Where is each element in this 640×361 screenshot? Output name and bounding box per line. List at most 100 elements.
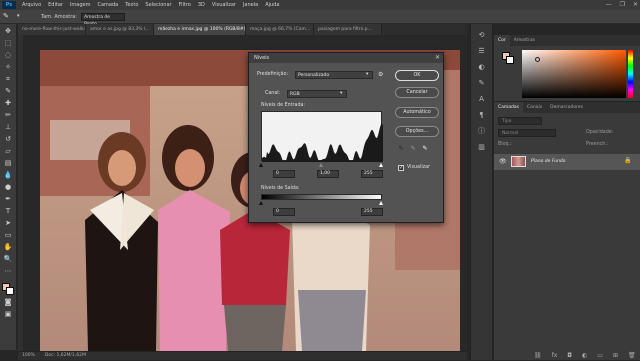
- blur-tool-icon[interactable]: 💧: [3, 171, 14, 181]
- history-icon[interactable]: ⟲: [476, 30, 488, 40]
- marquee-tool-icon[interactable]: ⬚: [3, 39, 14, 49]
- menu-items: Arquivo Editar Imagem Camada Texto Selec…: [22, 2, 279, 8]
- preview-checkbox[interactable]: ✓: [398, 165, 404, 171]
- options-button[interactable]: Opções...: [395, 126, 439, 137]
- tab-canais[interactable]: Canais: [523, 102, 546, 113]
- type-tool-icon[interactable]: T: [3, 207, 14, 217]
- input-gamma-field[interactable]: 1,00: [317, 170, 339, 178]
- input-white-field[interactable]: 255: [361, 170, 383, 178]
- doc-tab[interactable]: amor e os.jpg @ 83,3% (...: [86, 24, 154, 35]
- lock-icon: 🔒: [624, 157, 632, 164]
- doc-tab[interactable]: no-more-flow-this-just-walking.jpg: [18, 24, 86, 35]
- eraser-tool-icon[interactable]: ▱: [3, 147, 14, 157]
- menu-camada[interactable]: Camada: [97, 2, 118, 8]
- output-white-field[interactable]: 255: [361, 208, 383, 216]
- paragraph-icon[interactable]: ¶: [476, 110, 488, 120]
- lasso-tool-icon[interactable]: ◌: [3, 51, 14, 61]
- path-select-tool-icon[interactable]: ➤: [3, 219, 14, 229]
- dodge-tool-icon[interactable]: ●: [3, 183, 14, 193]
- panel-icon-column: ⟲ ☰ ◐ ✎ A ¶ ⓘ ▥: [470, 24, 493, 360]
- black-point-eyedropper-icon[interactable]: ✎: [397, 145, 405, 153]
- menu-3d[interactable]: 3D: [198, 2, 205, 8]
- menu-filtro[interactable]: Filtro: [179, 2, 191, 8]
- history-brush-tool-icon[interactable]: ↺: [3, 135, 14, 145]
- zoom-tool-icon[interactable]: 🔍: [3, 255, 14, 265]
- tab-cor[interactable]: Cor: [494, 35, 510, 46]
- color-panel-swatches[interactable]: [502, 52, 514, 64]
- color-swatches[interactable]: [2, 283, 14, 295]
- background-color[interactable]: [506, 56, 514, 64]
- menu-visualizar[interactable]: Visualizar: [212, 2, 236, 8]
- more-tools-icon[interactable]: ⋯: [3, 267, 14, 277]
- auto-button[interactable]: Automático: [395, 107, 439, 118]
- input-gamma-slider[interactable]: [319, 163, 323, 167]
- quick-mask-icon[interactable]: ◙: [3, 298, 14, 308]
- preset-chevron-icon[interactable]: ▾: [366, 72, 368, 77]
- gray-point-eyedropper-icon[interactable]: ✎: [409, 145, 417, 153]
- menu-selecionar[interactable]: Selecionar: [145, 2, 171, 8]
- doc-tab[interactable]: paisagem para filtro.p...: [314, 24, 382, 35]
- doc-tab-active[interactable]: mãezha e irmas.jpg @ 100% (RGB/8#) *: [154, 24, 246, 35]
- info-icon[interactable]: ⓘ: [476, 126, 488, 136]
- tab-amostras[interactable]: Amostras: [510, 35, 539, 46]
- layer-filter-input[interactable]: Tipo: [498, 117, 542, 125]
- menu-janela[interactable]: Janela: [243, 2, 258, 8]
- move-tool-icon[interactable]: ✥: [3, 27, 14, 37]
- close-button[interactable]: ✕: [633, 1, 638, 8]
- layer-name[interactable]: Plano de Fundo: [531, 159, 566, 164]
- tab-camadas[interactable]: Camadas: [494, 102, 523, 113]
- minimize-button[interactable]: —: [606, 1, 612, 8]
- ok-button[interactable]: OK: [395, 70, 439, 81]
- healing-brush-tool-icon[interactable]: ✚: [3, 99, 14, 109]
- screen-mode-icon[interactable]: ▣: [3, 310, 14, 320]
- shape-tool-icon[interactable]: ▭: [3, 231, 14, 241]
- output-black-field[interactable]: 0: [273, 208, 295, 216]
- sample-size-select[interactable]: Amostra de Ponto: [81, 12, 126, 27]
- libraries-icon[interactable]: ▥: [476, 142, 488, 152]
- menu-editar[interactable]: Editar: [48, 2, 63, 8]
- blend-mode-select[interactable]: Normal: [498, 129, 556, 137]
- color-picker-marker[interactable]: [535, 57, 540, 62]
- white-point-eyedropper-icon[interactable]: ✎: [421, 145, 429, 153]
- chevron-down-icon[interactable]: ▾: [17, 12, 27, 21]
- brush-tool-icon[interactable]: ✏: [3, 111, 14, 121]
- background-color-swatch[interactable]: [6, 287, 14, 295]
- eyedropper-icon[interactable]: ✎: [3, 12, 13, 21]
- zoom-level[interactable]: 100%: [22, 352, 35, 360]
- tab-demarcadores[interactable]: Demarcadores: [546, 102, 587, 113]
- menu-texto[interactable]: Texto: [125, 2, 138, 8]
- input-levels-slider[interactable]: [259, 163, 383, 167]
- adjustments-icon[interactable]: ◐: [476, 62, 488, 72]
- input-black-field[interactable]: 0: [273, 170, 295, 178]
- layer-row[interactable]: 👁 Plano de Fundo 🔒: [494, 154, 640, 170]
- input-black-slider[interactable]: [259, 163, 263, 167]
- channel-chevron-icon[interactable]: ▾: [340, 91, 342, 96]
- menu-imagem[interactable]: Imagem: [70, 2, 91, 8]
- doc-tab[interactable]: maça.jpg @ 66,7% (Cam...: [246, 24, 314, 35]
- menu-ajuda[interactable]: Ajuda: [265, 2, 279, 8]
- brush-settings-icon[interactable]: ✎: [476, 78, 488, 88]
- input-white-slider[interactable]: [379, 163, 383, 167]
- properties-icon[interactable]: ☰: [476, 46, 488, 56]
- output-black-slider[interactable]: [259, 201, 263, 205]
- menu-arquivo[interactable]: Arquivo: [22, 2, 41, 8]
- output-white-slider[interactable]: [379, 201, 383, 205]
- quick-select-tool-icon[interactable]: ✧: [3, 63, 14, 73]
- character-icon[interactable]: A: [476, 94, 488, 104]
- pen-tool-icon[interactable]: ✒: [3, 195, 14, 205]
- maximize-button[interactable]: ❐: [620, 1, 625, 8]
- gear-icon[interactable]: ⚙: [378, 71, 383, 78]
- preset-select[interactable]: Personalizado: [295, 71, 373, 79]
- cancel-button[interactable]: Cancelar: [395, 87, 439, 98]
- close-icon[interactable]: ✕: [435, 53, 440, 63]
- gradient-tool-icon[interactable]: ▤: [3, 159, 14, 169]
- hand-tool-icon[interactable]: ✋: [3, 243, 14, 253]
- eyedropper-tool-icon[interactable]: ✎: [3, 87, 14, 97]
- color-panel: Cor Amostras: [494, 35, 640, 101]
- clone-stamp-tool-icon[interactable]: ⊥: [3, 123, 14, 133]
- hue-slider[interactable]: [628, 50, 633, 98]
- eye-icon[interactable]: 👁: [499, 158, 507, 165]
- crop-tool-icon[interactable]: ⌗: [3, 75, 14, 85]
- preset-label: Predefinição:: [257, 72, 289, 77]
- channel-select[interactable]: RGB: [287, 90, 347, 98]
